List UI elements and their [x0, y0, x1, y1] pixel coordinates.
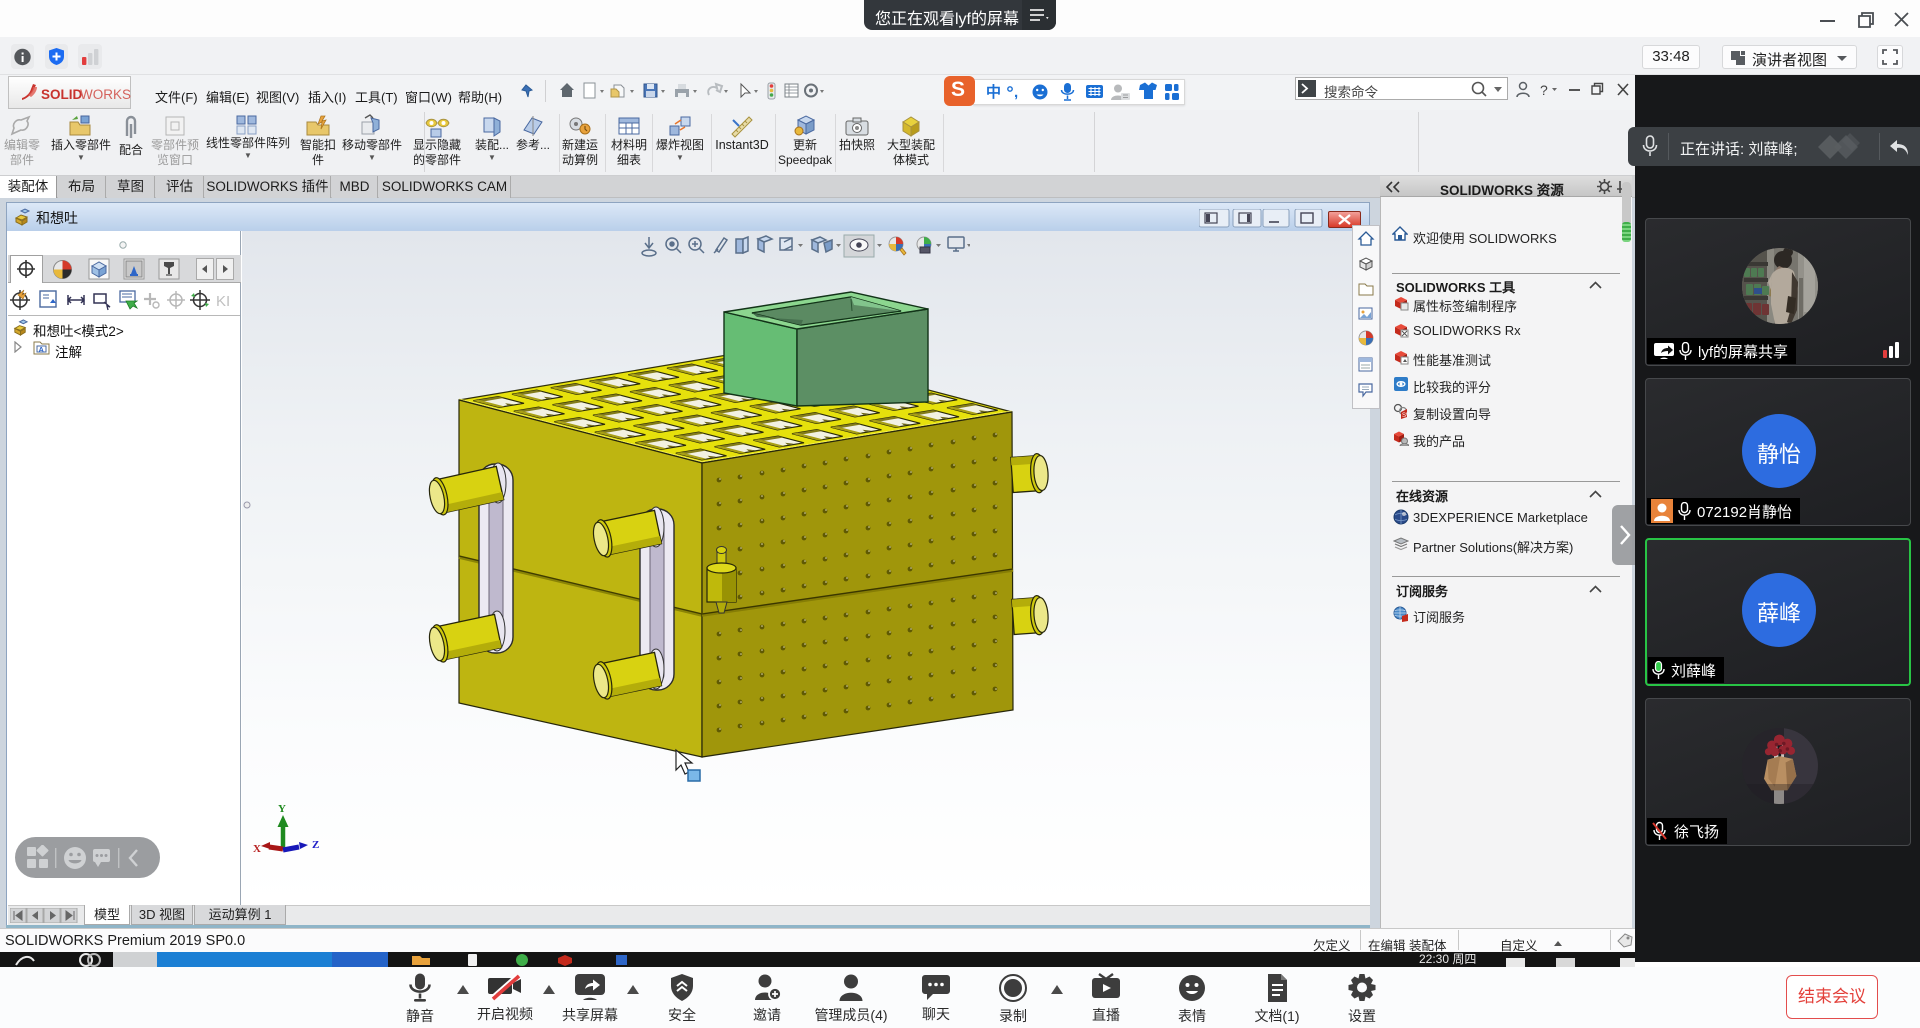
svg-text:Z: Z: [312, 839, 319, 851]
svg-text:?: ?: [1540, 82, 1548, 98]
svg-text:X: X: [253, 843, 261, 855]
svg-text:Y: Y: [278, 803, 286, 815]
svg-text:SW: SW: [1402, 413, 1409, 419]
